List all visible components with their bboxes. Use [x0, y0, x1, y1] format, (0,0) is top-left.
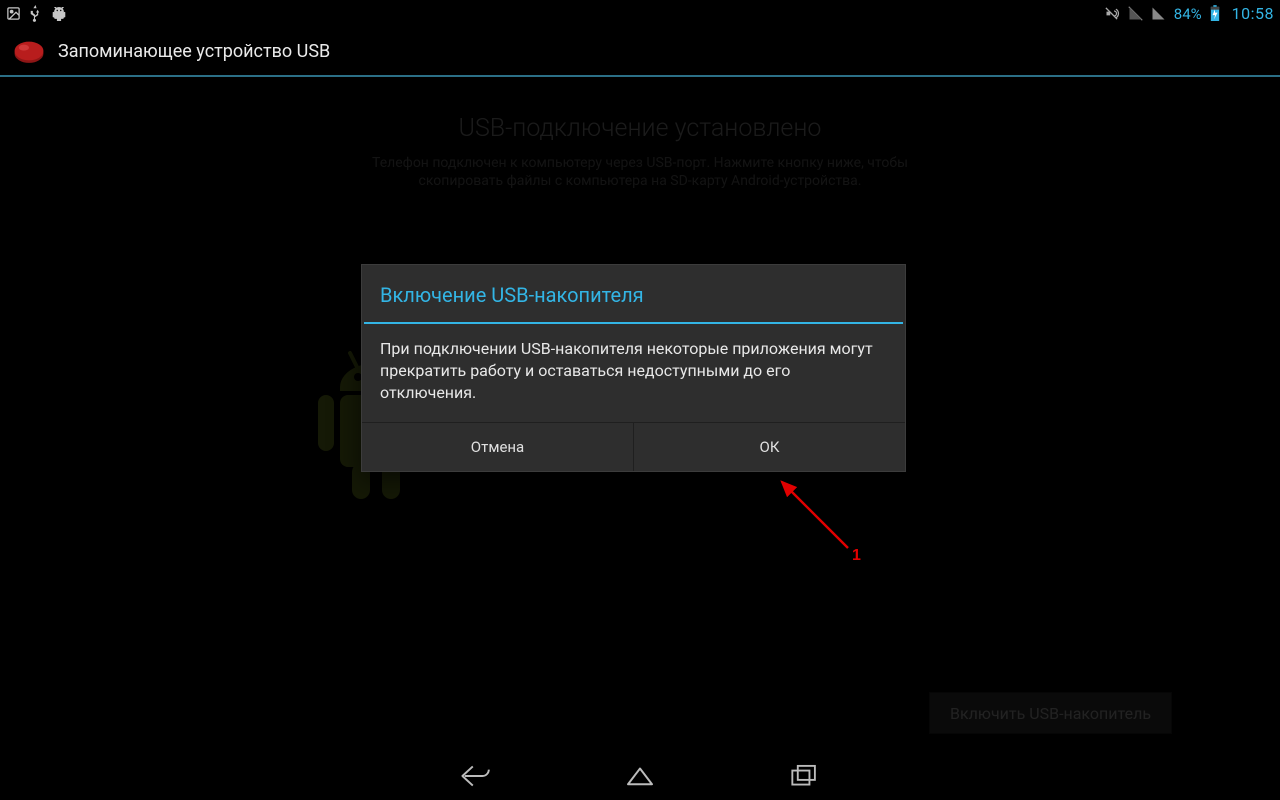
recents-button[interactable]: [782, 754, 826, 798]
battery-percent: 84%: [1174, 5, 1202, 23]
home-button[interactable]: [618, 754, 662, 798]
clock: 10:58: [1232, 4, 1274, 23]
battery-icon: [1210, 5, 1220, 22]
ok-button[interactable]: ОК: [633, 423, 905, 471]
picture-icon: [6, 6, 21, 21]
back-button[interactable]: [454, 754, 498, 798]
app-jellybean-icon: [12, 34, 46, 68]
signal-2-icon: [1151, 6, 1166, 21]
dialog-button-row: Отмена ОК: [362, 422, 905, 471]
navigation-bar: [0, 752, 1280, 800]
signal-1-icon: [1128, 6, 1143, 21]
dialog-title: Включение USB-накопителя: [362, 265, 905, 322]
dialog-body: При подключении USB-накопителя некоторые…: [362, 324, 905, 422]
action-bar: Запоминающее устройство USB: [0, 27, 1280, 75]
status-bar: 84% 10:58: [0, 0, 1280, 27]
cancel-button[interactable]: Отмена: [362, 423, 633, 471]
vibrate-icon: [1103, 6, 1120, 21]
android-debug-icon: [50, 7, 68, 21]
usb-storage-dialog: Включение USB-накопителя При подключении…: [361, 264, 906, 472]
usb-icon: [29, 5, 42, 22]
page-title: Запоминающее устройство USB: [58, 41, 330, 62]
